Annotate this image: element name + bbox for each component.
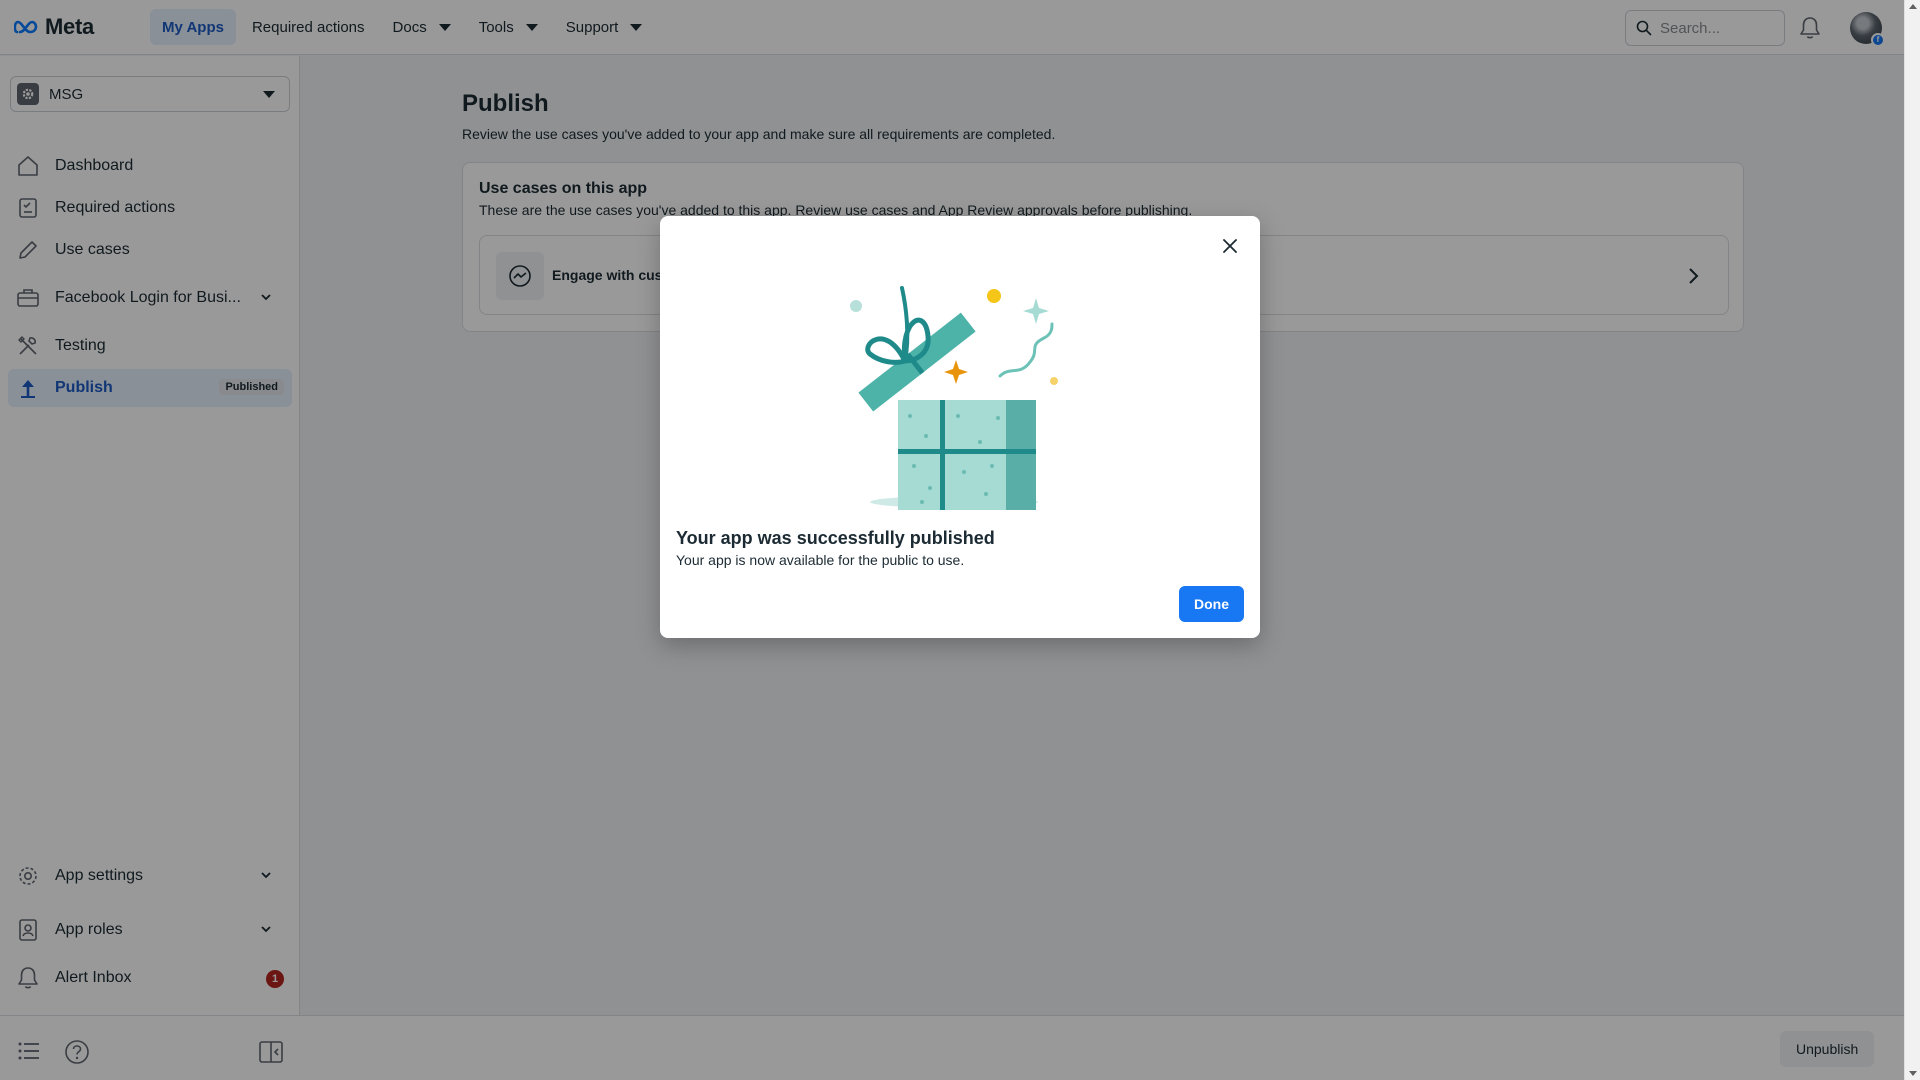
dialog-title: Your app was successfully published (676, 528, 995, 548)
dialog-body: Your app is now available for the public… (676, 552, 965, 568)
page-scrollbar[interactable] (1904, 0, 1920, 1080)
publish-success-dialog: Your app was successfully published Your… (660, 216, 1260, 638)
close-icon (1223, 239, 1237, 253)
gift-box-illustration (850, 286, 1058, 510)
scroll-up-arrow-icon[interactable] (1909, 4, 1917, 9)
close-button[interactable] (1216, 232, 1244, 260)
done-button[interactable]: Done (1179, 586, 1244, 622)
scroll-down-arrow-icon[interactable] (1909, 1071, 1917, 1076)
